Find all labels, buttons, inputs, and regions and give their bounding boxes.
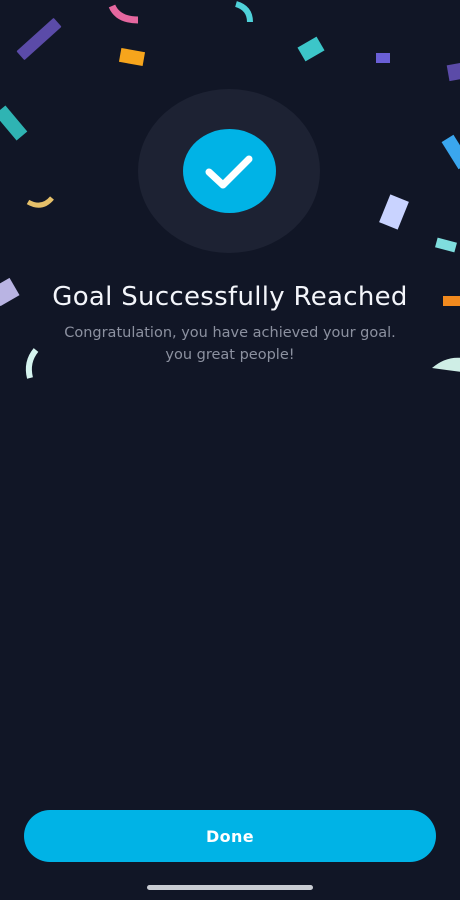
confetti-piece — [446, 62, 460, 82]
confetti-piece — [379, 194, 409, 230]
checkmark-icon — [205, 155, 253, 189]
confetti-piece — [441, 134, 460, 170]
confetti-piece — [376, 53, 390, 63]
confetti-piece — [108, 4, 139, 24]
confetti-piece — [16, 18, 62, 60]
success-message-line: you great people! — [165, 347, 295, 363]
success-message: Congratulation, you have achieved your g… — [0, 322, 460, 366]
success-title: Goal Successfully Reached — [52, 282, 408, 312]
success-badge — [183, 129, 276, 213]
confetti-piece — [297, 36, 325, 62]
confetti-piece — [0, 105, 28, 141]
confetti-piece — [235, 1, 253, 23]
goal-success-screen: Goal Successfully Reached Congratulation… — [0, 0, 460, 900]
done-button[interactable]: Done — [24, 810, 436, 862]
confetti-piece — [26, 196, 54, 208]
confetti-piece — [118, 48, 146, 66]
confetti-piece — [435, 237, 457, 253]
success-message-line: Congratulation, you have achieved your g… — [64, 325, 396, 341]
home-indicator[interactable] — [147, 885, 313, 890]
